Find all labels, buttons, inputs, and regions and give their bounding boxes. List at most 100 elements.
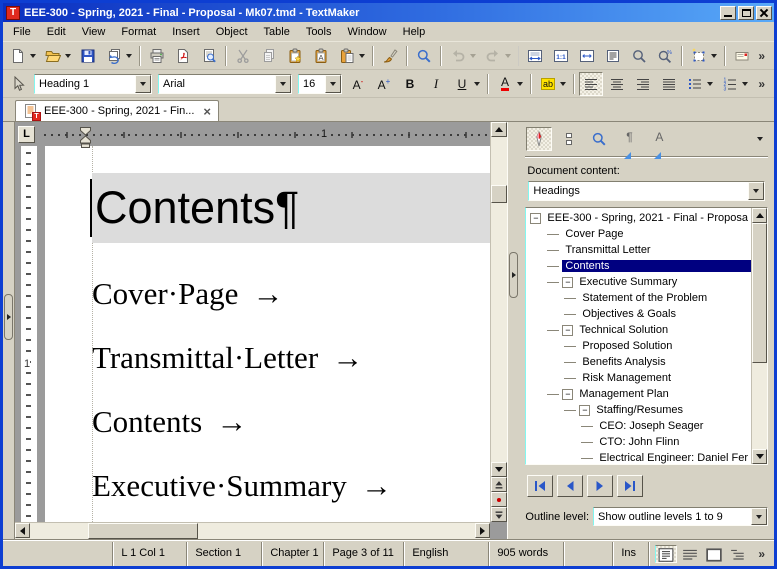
scroll-down-button[interactable] [491,462,507,477]
tree-scroll-down-button[interactable] [752,449,767,464]
menu-format[interactable]: Format [113,24,164,40]
font-smaller-button[interactable]: A- [346,72,370,96]
font-larger-button[interactable]: A+ [372,72,396,96]
tree-item[interactable]: −Executive Summary [526,274,751,290]
sidebar-toggle[interactable] [509,252,518,298]
browse-next-button[interactable] [491,507,507,522]
scroll-left-button[interactable] [15,523,30,538]
export-pdf-button[interactable] [171,44,195,68]
menu-tools[interactable]: Tools [298,24,340,40]
tree-collapse-icon[interactable]: − [530,213,541,224]
tree-collapse-icon[interactable]: − [562,325,573,336]
tree-item[interactable]: Electrical Engineer: Daniel Fer [526,450,751,464]
tree-collapse-icon[interactable]: − [562,389,573,400]
scroll-up-button[interactable] [491,122,507,137]
tree-item[interactable]: Objectives & Goals [526,306,751,322]
zoom-percent-button[interactable]: % [653,44,677,68]
tree-item[interactable]: Benefits Analysis [526,354,751,370]
tab-close-icon[interactable]: × [202,104,212,119]
new-document-button[interactable] [6,44,39,68]
nav-first-button[interactable] [527,475,553,497]
toc-line[interactable]: Transmittal·Letter→ [92,338,490,378]
search-button[interactable] [412,44,436,68]
redo-dropdown-icon[interactable] [505,54,511,58]
sidebar-more-dropdown-icon[interactable] [757,137,763,141]
align-right-button[interactable] [631,72,655,96]
browse-previous-button[interactable] [491,477,507,492]
new-document-dropdown-icon[interactable] [30,54,36,58]
status-page-number[interactable]: Page 3 of 11 [323,542,403,566]
paste-dropdown-icon[interactable] [359,54,365,58]
sidebar-more-button[interactable] [732,127,767,151]
horizontal-scrollbar[interactable] [15,523,490,539]
outline-level-dropdown-icon[interactable] [751,508,767,525]
toc-line[interactable]: Cover·Page→ [92,274,490,314]
browse-object-button[interactable] [491,492,507,507]
fit-width-button[interactable] [523,44,547,68]
status-section[interactable]: Section 1 [186,542,261,566]
redo-button[interactable] [481,44,514,68]
save-all-dropdown-icon[interactable] [126,54,132,58]
status-chapter[interactable]: Chapter 1 [261,542,323,566]
align-justify-button[interactable] [657,72,681,96]
align-center-button[interactable] [605,72,629,96]
character-format-button[interactable]: A [646,127,672,151]
nav-last-button[interactable] [617,475,643,497]
menu-object[interactable]: Object [208,24,256,40]
tree-scroll-thumb[interactable] [752,223,767,363]
toc-line[interactable]: Contents→ [92,402,490,442]
document-page[interactable]: Contents¶ Cover·Page→Transmittal·Letter→… [45,146,490,522]
close-button[interactable] [756,6,772,20]
horizontal-scroll-track[interactable] [30,523,475,539]
numbered-list-button[interactable]: 123 [718,72,751,96]
cut-button[interactable] [231,44,255,68]
status-cursor-position[interactable]: L 1 Col 1 [112,542,186,566]
horizontal-scroll-thumb[interactable] [88,523,198,539]
menu-file[interactable]: File [5,24,39,40]
menu-insert[interactable]: Insert [164,24,208,40]
indent-marker[interactable] [80,127,91,151]
print-preview-button[interactable] [197,44,221,68]
font-size-dropdown-icon[interactable] [325,75,341,93]
tree-collapse-icon[interactable]: − [562,277,573,288]
maximize-button[interactable] [738,6,754,20]
status-word-count[interactable]: 905 words [488,542,563,566]
draft-view-button[interactable] [679,545,701,563]
tree-scroll-track[interactable] [752,223,767,449]
paste-button[interactable] [335,44,368,68]
sidebar-search-button[interactable] [586,127,612,151]
menu-edit[interactable]: Edit [39,24,74,40]
document-content-dropdown-icon[interactable] [748,182,764,200]
save-all-button[interactable] [102,44,135,68]
tree-scrollbar[interactable] [751,208,767,464]
format-painter-button[interactable] [378,44,402,68]
vertical-scroll-thumb[interactable] [491,185,507,203]
align-left-button[interactable] [579,72,603,96]
sidebar-splitter[interactable] [507,122,519,539]
status-spacer[interactable] [3,542,112,566]
scroll-right-button[interactable] [475,523,490,538]
menu-table[interactable]: Table [256,24,298,40]
font-dropdown-icon[interactable] [275,75,291,93]
navigation-button[interactable] [526,127,552,151]
tree-item[interactable]: Contents [526,258,751,274]
status-spacer2[interactable] [563,542,612,566]
tree-item[interactable]: −Staffing/Resumes [526,402,751,418]
nav-previous-button[interactable] [557,475,583,497]
toc-line[interactable]: Executive·Summary→ [92,466,490,506]
highlight-dropdown-icon[interactable] [560,82,566,86]
document-tab[interactable]: T EEE-300 - Spring, 2021 - Fin... × [15,100,219,121]
save-button[interactable] [76,44,100,68]
italic-button[interactable]: I [424,72,448,96]
horizontal-ruler[interactable]: 1 [39,126,490,143]
vertical-scroll-track[interactable] [491,137,507,462]
paragraph-format-button[interactable]: ¶ [616,127,642,151]
fit-selection-button[interactable] [575,44,599,68]
comment-button[interactable] [730,44,754,68]
minimize-button[interactable] [720,6,736,20]
paragraph-style-select[interactable]: Heading 1 [34,74,152,94]
font-color-dropdown-icon[interactable] [517,82,523,86]
tab-stop-selector[interactable]: L [18,126,35,143]
tree-item[interactable]: −EEE-300 - Spring, 2021 - Final - Propos… [526,210,751,226]
outline-level-select[interactable]: Show outline levels 1 to 9 [593,507,768,526]
